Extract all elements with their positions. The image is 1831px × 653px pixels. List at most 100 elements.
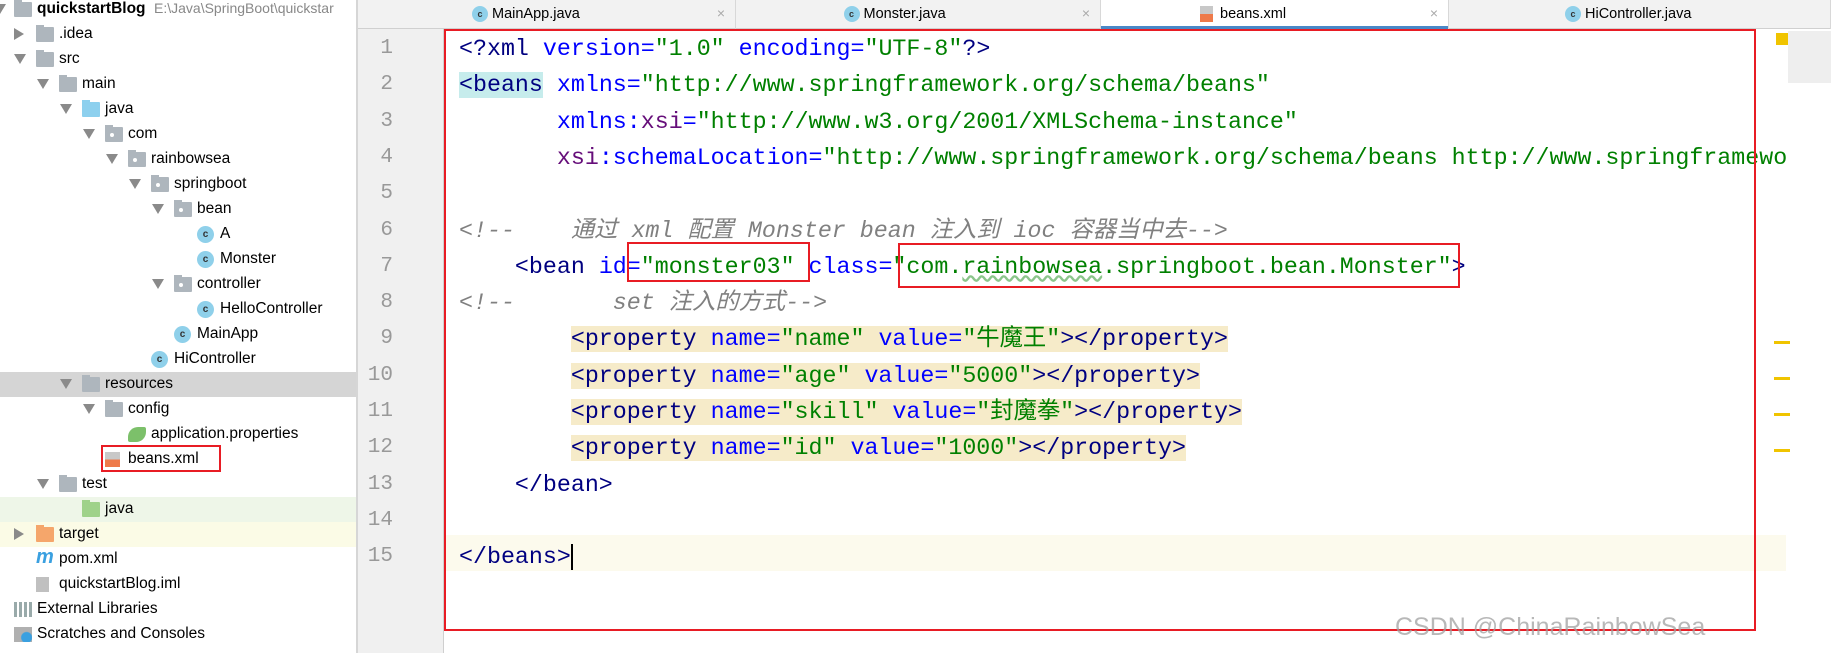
- tree-item-label: bean: [197, 200, 232, 217]
- expand-arrow-icon[interactable]: [60, 379, 72, 389]
- tree-item-label: resources: [105, 375, 174, 392]
- expand-arrow-icon[interactable]: [152, 204, 164, 214]
- line-number: 11: [367, 400, 393, 423]
- package-icon: [151, 175, 169, 192]
- expand-arrow-icon[interactable]: [37, 79, 49, 89]
- line-number: 12: [367, 436, 393, 460]
- package-icon: [128, 150, 146, 167]
- tab-mainapp-java[interactable]: c MainApp.java ×: [358, 0, 736, 29]
- warning-marker[interactable]: [1774, 413, 1790, 416]
- tree-item[interactable]: config: [0, 397, 356, 422]
- tree-item[interactable]: resources: [0, 372, 356, 397]
- tree-item[interactable]: java: [0, 497, 356, 522]
- tree-item[interactable]: rainbowsea: [0, 147, 356, 172]
- expand-arrow-icon[interactable]: [152, 279, 164, 289]
- close-tab-icon[interactable]: ×: [717, 5, 725, 21]
- folder-icon: [36, 50, 54, 67]
- tree-item[interactable]: c HelloController: [0, 297, 356, 322]
- expand-arrow-icon[interactable]: [129, 179, 141, 189]
- test-folder-icon: [82, 500, 100, 517]
- project-tree[interactable]: quickstartBlog E:\Java\SpringBoot\quickst…: [0, 0, 358, 653]
- expand-arrow-icon[interactable]: [83, 404, 95, 414]
- line-number: 4: [380, 145, 393, 169]
- tree-item[interactable]: test: [0, 472, 356, 497]
- tab-label: HiController.java: [1585, 6, 1692, 22]
- tab-label: MainApp.java: [492, 6, 580, 22]
- class-icon: c: [151, 351, 168, 368]
- line-number: 13: [367, 472, 393, 496]
- scratches-icon: [14, 627, 32, 642]
- expand-arrow-icon[interactable]: [60, 104, 72, 114]
- tree-item-label: java: [105, 100, 134, 117]
- minimap[interactable]: [1788, 31, 1831, 83]
- expand-arrow-icon[interactable]: [0, 4, 6, 14]
- package-icon: [105, 125, 123, 142]
- class-icon: c: [197, 301, 214, 318]
- spring-xml-icon: [1200, 6, 1213, 22]
- tree-item[interactable]: c Monster: [0, 247, 356, 272]
- tab-hicontroller-java[interactable]: c HiController.java: [1449, 0, 1831, 29]
- expand-arrow-icon[interactable]: [37, 479, 49, 489]
- inspection-status-icon[interactable]: [1776, 33, 1788, 45]
- collapse-arrow-icon[interactable]: [14, 28, 24, 40]
- folder-icon: [59, 475, 77, 492]
- expand-arrow-icon[interactable]: [106, 154, 118, 164]
- tree-item[interactable]: quickstartBlog.iml: [0, 572, 356, 597]
- line-number: 15: [367, 545, 393, 569]
- close-tab-icon[interactable]: ×: [1082, 5, 1090, 21]
- tree-item[interactable]: bean: [0, 197, 356, 222]
- tree-item[interactable]: com: [0, 122, 356, 147]
- collapse-arrow-icon[interactable]: [14, 528, 24, 540]
- tree-item[interactable]: c MainApp: [0, 322, 356, 347]
- tree-item[interactable]: java: [0, 97, 356, 122]
- tree-item-label: HelloController: [220, 300, 323, 317]
- package-icon: [174, 275, 192, 292]
- tree-item-label: main: [82, 75, 116, 92]
- warning-marker[interactable]: [1774, 341, 1790, 344]
- class-icon: c: [843, 6, 860, 22]
- line-number: 1: [380, 37, 393, 60]
- tree-item-label: target: [59, 525, 99, 542]
- tab-beans-xml[interactable]: beans.xml ×: [1101, 0, 1449, 30]
- warning-marker[interactable]: [1774, 377, 1790, 380]
- line-number: 3: [380, 109, 393, 133]
- expand-arrow-icon[interactable]: [83, 129, 95, 139]
- source-folder-icon: [82, 100, 100, 117]
- folder-icon: [36, 25, 54, 42]
- tree-item[interactable]: main: [0, 72, 356, 97]
- watermark: CSDN @ChinaRainbowSea: [1395, 613, 1706, 641]
- folder-icon: [59, 75, 77, 92]
- tree-item-label: A: [220, 225, 231, 242]
- tree-item-label: quickstartBlog: [37, 0, 146, 17]
- expand-arrow-icon[interactable]: [14, 54, 26, 64]
- line-number-gutter: 1 2 3 4 5 6 7 8 9 10 11 12 13 14 15: [358, 29, 444, 653]
- class-icon: c: [197, 226, 214, 243]
- libraries-icon: [14, 602, 32, 617]
- tree-item[interactable]: .idea: [0, 22, 356, 47]
- annotation-box-beans-xml: [101, 445, 221, 472]
- resources-folder-icon: [82, 375, 100, 392]
- tree-item[interactable]: controller: [0, 272, 356, 297]
- tree-item[interactable]: m pom.xml: [0, 546, 356, 572]
- line-number: 2: [380, 73, 393, 97]
- tree-item[interactable]: target: [0, 522, 356, 547]
- tree-item-label: com: [128, 125, 158, 142]
- tree-item[interactable]: External Libraries: [0, 597, 356, 622]
- tree-item-label: Monster: [220, 250, 276, 267]
- package-icon: [174, 200, 192, 217]
- tree-item[interactable]: springboot: [0, 172, 356, 197]
- tree-item[interactable]: quickstartBlog E:\Java\SpringBoot\quickst…: [0, 0, 356, 22]
- tab-monster-java[interactable]: c Monster.java ×: [736, 0, 1101, 29]
- tree-item-label: pom.xml: [59, 550, 118, 567]
- tree-item[interactable]: application.properties: [0, 422, 356, 447]
- tree-item[interactable]: src: [0, 47, 356, 72]
- tree-item[interactable]: Scratches and Consoles: [0, 622, 356, 647]
- warning-marker[interactable]: [1774, 449, 1790, 452]
- close-tab-icon[interactable]: ×: [1430, 5, 1438, 21]
- tab-label: beans.xml: [1220, 6, 1287, 22]
- tree-item[interactable]: cA: [0, 222, 356, 247]
- line-number: 7: [380, 254, 393, 278]
- class-icon: c: [1565, 6, 1581, 22]
- maven-icon: m: [36, 546, 54, 568]
- tree-item[interactable]: c HiController: [0, 347, 356, 372]
